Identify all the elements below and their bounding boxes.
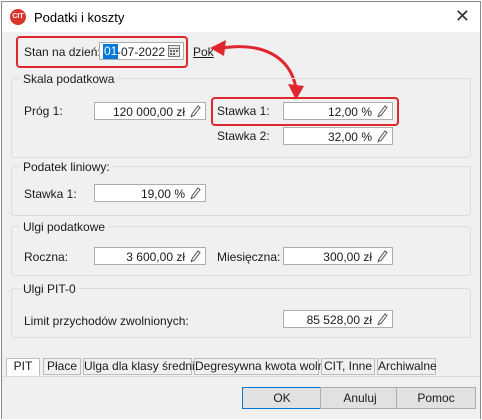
limit-value: 85 528,00 zł	[306, 313, 372, 327]
date-field[interactable]: 01 -07-2022	[99, 42, 184, 60]
group-title-skala: Skala podatkowa	[20, 72, 118, 86]
cancel-button[interactable]: Anuluj	[320, 387, 400, 409]
miesieczna-field[interactable]: 300,00 zł	[283, 247, 393, 265]
tab-archiwalne[interactable]: Archiwalne	[377, 358, 437, 375]
group-title-ulgi: Ulgi podatkowe	[20, 220, 109, 234]
pencil-icon[interactable]	[376, 129, 388, 143]
group-title-pit0: Ulgi PIT-0	[20, 282, 79, 296]
tab-cit-inne[interactable]: CIT, Inne	[321, 358, 375, 375]
date-rest: -07-2022	[117, 45, 166, 59]
pencil-icon[interactable]	[376, 104, 388, 118]
skala-stawka2-label: Stawka 2:	[217, 129, 270, 143]
prog1-field[interactable]: 120 000,00 zł	[94, 102, 206, 120]
pencil-icon[interactable]	[376, 312, 388, 326]
skala-stawka2-field[interactable]: 32,00 %	[283, 127, 393, 145]
ok-button[interactable]: OK	[242, 387, 322, 409]
tab-strip: PIT Płace Ulga dla klasy średniej Degres…	[2, 358, 480, 376]
pencil-icon[interactable]	[376, 249, 388, 263]
window-title: Podatki i koszty	[34, 10, 125, 25]
dialog-window: CIT Podatki i koszty ✕ Stan na dzień: 01…	[1, 1, 481, 419]
tab-degresywna-kwota[interactable]: Degresywna kwota wolna	[194, 358, 331, 375]
tab-place[interactable]: Płace	[43, 358, 81, 375]
date-label: Stan na dzień:	[24, 45, 101, 59]
liniowy-stawka1-label: Stawka 1:	[24, 187, 77, 201]
pencil-icon[interactable]	[189, 249, 201, 263]
roczna-label: Roczna:	[24, 250, 69, 264]
skala-stawka1-label: Stawka 1:	[217, 104, 270, 118]
skala-stawka1-field[interactable]: 12,00 %	[283, 102, 393, 120]
help-button[interactable]: Pomoc	[396, 387, 476, 409]
title-bar: CIT Podatki i koszty ✕	[2, 2, 480, 32]
pencil-icon[interactable]	[189, 104, 201, 118]
calendar-icon[interactable]	[168, 45, 180, 57]
button-bar: OK Anuluj Pomoc	[2, 376, 480, 419]
tab-ulga-klasy-sredniej[interactable]: Ulga dla klasy średniej	[83, 358, 204, 375]
miesieczna-value: 300,00 zł	[323, 250, 372, 264]
skala-stawka2-value: 32,00 %	[327, 130, 372, 144]
miesieczna-label: Miesięczna:	[217, 250, 281, 264]
liniowy-stawka1-field[interactable]: 19,00 %	[94, 184, 206, 202]
app-icon: CIT	[10, 9, 26, 25]
close-icon[interactable]: ✕	[455, 6, 470, 26]
limit-label: Limit przychodów zwolnionych:	[24, 314, 189, 328]
liniowy-stawka1-value: 19,00 %	[140, 187, 185, 201]
group-title-liniowy: Podatek liniowy:	[20, 160, 113, 174]
group-ulgi-pit0	[11, 288, 471, 338]
pencil-icon[interactable]	[189, 186, 201, 200]
roczna-field[interactable]: 3 600,00 zł	[94, 247, 206, 265]
limit-field[interactable]: 85 528,00 zł	[283, 310, 393, 328]
roczna-value: 3 600,00 zł	[126, 250, 185, 264]
prog1-label: Próg 1:	[24, 104, 63, 118]
dialog-content: Stan na dzień: 01 -07-2022 Pok Skala pod…	[2, 32, 480, 419]
prog1-value: 120 000,00 zł	[112, 105, 185, 119]
skala-stawka1-value: 12,00 %	[327, 105, 372, 119]
tab-pit[interactable]: PIT	[6, 358, 40, 376]
